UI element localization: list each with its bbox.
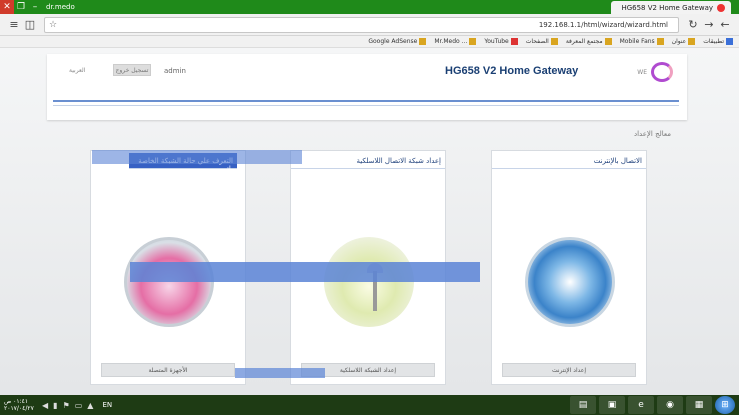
wifi-antenna-icon (324, 237, 414, 327)
star-icon[interactable]: ☆ (49, 20, 57, 30)
network-status-icon (124, 237, 214, 327)
ie-browser-icon[interactable]: e (628, 396, 654, 414)
logo-text: WE (637, 68, 647, 76)
folder-icon (688, 38, 696, 45)
minimize-window-button[interactable]: – (28, 0, 42, 14)
menu-icon[interactable]: ≡ (6, 17, 22, 33)
browser-toolbar: ≡ ◫ ☆ 192.168.1.1/html/wizard/wizard.htm… (0, 14, 739, 36)
pinned-apps: ▤ ▣ e ◉ ▦ ⊞ (567, 396, 735, 414)
router-page: WE HG658 V2 Home Gateway admin تسجيل خرو… (0, 48, 739, 395)
language-indicator[interactable]: EN (102, 401, 112, 409)
folder-icon (656, 38, 664, 45)
speaker-icon[interactable]: ◀ (42, 401, 48, 410)
tab-title: HG658 V2 Home Gateway (621, 3, 713, 12)
folder-icon (604, 38, 612, 45)
isp-logo: WE (637, 62, 673, 82)
connected-devices-button[interactable]: الأجهزة المتصلة (101, 363, 235, 377)
profile-name[interactable]: dr.medo (46, 3, 75, 11)
bookmark-item[interactable]: Mr.Medo ... (434, 38, 477, 45)
language-link[interactable]: العربية (69, 67, 85, 74)
bookmark-item[interactable]: YouTube (484, 38, 518, 45)
card-title: إعداد شبكة الاتصال اللاسلكية (291, 153, 445, 169)
start-button[interactable]: ⊞ (715, 396, 735, 414)
folder-icon (550, 38, 558, 45)
bookmark-item[interactable]: Google AdSense (368, 38, 427, 45)
page-header: WE HG658 V2 Home Gateway admin تسجيل خرو… (47, 54, 687, 120)
globe-icon (525, 237, 615, 327)
bookmark-item[interactable]: Mobile Fans (620, 38, 664, 45)
internet-setup-button[interactable]: إعداد الإنترنت (502, 363, 636, 377)
huawei-favicon-icon (717, 3, 725, 12)
wizard-heading: معالج الإعداد (634, 130, 671, 138)
bookmarks-bar: تطبيقات عنوان Mobile Fans مجتمع المعرفة … (0, 36, 739, 48)
reload-icon[interactable]: ↻ (685, 17, 701, 33)
flag-icon[interactable]: ⚑ (63, 401, 70, 410)
folder-icon (419, 38, 427, 45)
maximize-window-button[interactable]: ❐ (14, 0, 28, 14)
card-internet-setup[interactable]: الاتصال بالإنترنت إعداد الإنترنت (491, 150, 647, 385)
glitch-band (235, 368, 325, 378)
bookmark-apps[interactable]: تطبيقات (703, 38, 733, 45)
back-icon[interactable]: ← (717, 17, 733, 33)
glitch-band (130, 262, 480, 282)
extensions-icon[interactable]: ◫ (22, 17, 38, 33)
nav-menu-strip[interactable] (53, 100, 679, 106)
windows-taskbar: ٠١:٤١ ص ٢٠١٧/٠٤/٢٧ ◀ ▮ ⚑ ▭ ▲ EN ▤ ▣ e ◉ … (0, 395, 739, 415)
address-bar[interactable]: ☆ 192.168.1.1/html/wizard/wizard.html (44, 16, 679, 33)
page-title: HG658 V2 Home Gateway (445, 65, 579, 77)
browser-tab[interactable]: HG658 V2 Home Gateway (611, 1, 731, 14)
username-label: admin (164, 67, 186, 75)
folder-icon (469, 38, 477, 45)
bookmark-item[interactable]: الصفحات (526, 38, 558, 45)
glitch-band (92, 150, 302, 164)
media-app-icon[interactable]: ▣ (599, 396, 625, 414)
logout-button[interactable]: تسجيل خروج (113, 64, 151, 76)
logo-swirl-icon (651, 62, 673, 82)
apps-icon (726, 38, 733, 45)
youtube-icon (510, 38, 518, 45)
browser-titlebar: ✕ ❐ – dr.medo HG658 V2 Home Gateway (0, 0, 739, 14)
forward-icon[interactable]: → (701, 17, 717, 33)
window-controls: ✕ ❐ – (0, 0, 42, 14)
network-icon[interactable]: ▮ (53, 401, 57, 410)
system-clock[interactable]: ٠١:٤١ ص ٢٠١٧/٠٤/٢٧ (4, 398, 36, 412)
chrome-browser-icon[interactable]: ◉ (657, 396, 683, 414)
card-title: الاتصال بالإنترنت (492, 153, 646, 169)
bookmark-item[interactable]: عنوان (672, 38, 696, 45)
close-window-button[interactable]: ✕ (0, 0, 14, 14)
show-hidden-icons[interactable]: ▲ (87, 401, 93, 410)
system-tray: ◀ ▮ ⚑ ▭ ▲ (42, 401, 98, 410)
url-text: 192.168.1.1/html/wizard/wizard.html (538, 20, 668, 29)
explorer-app-icon[interactable]: ▦ (686, 396, 712, 414)
bookmark-item[interactable]: مجتمع المعرفة (566, 38, 612, 45)
library-app-icon[interactable]: ▤ (570, 396, 596, 414)
power-icon[interactable]: ▭ (75, 401, 83, 410)
